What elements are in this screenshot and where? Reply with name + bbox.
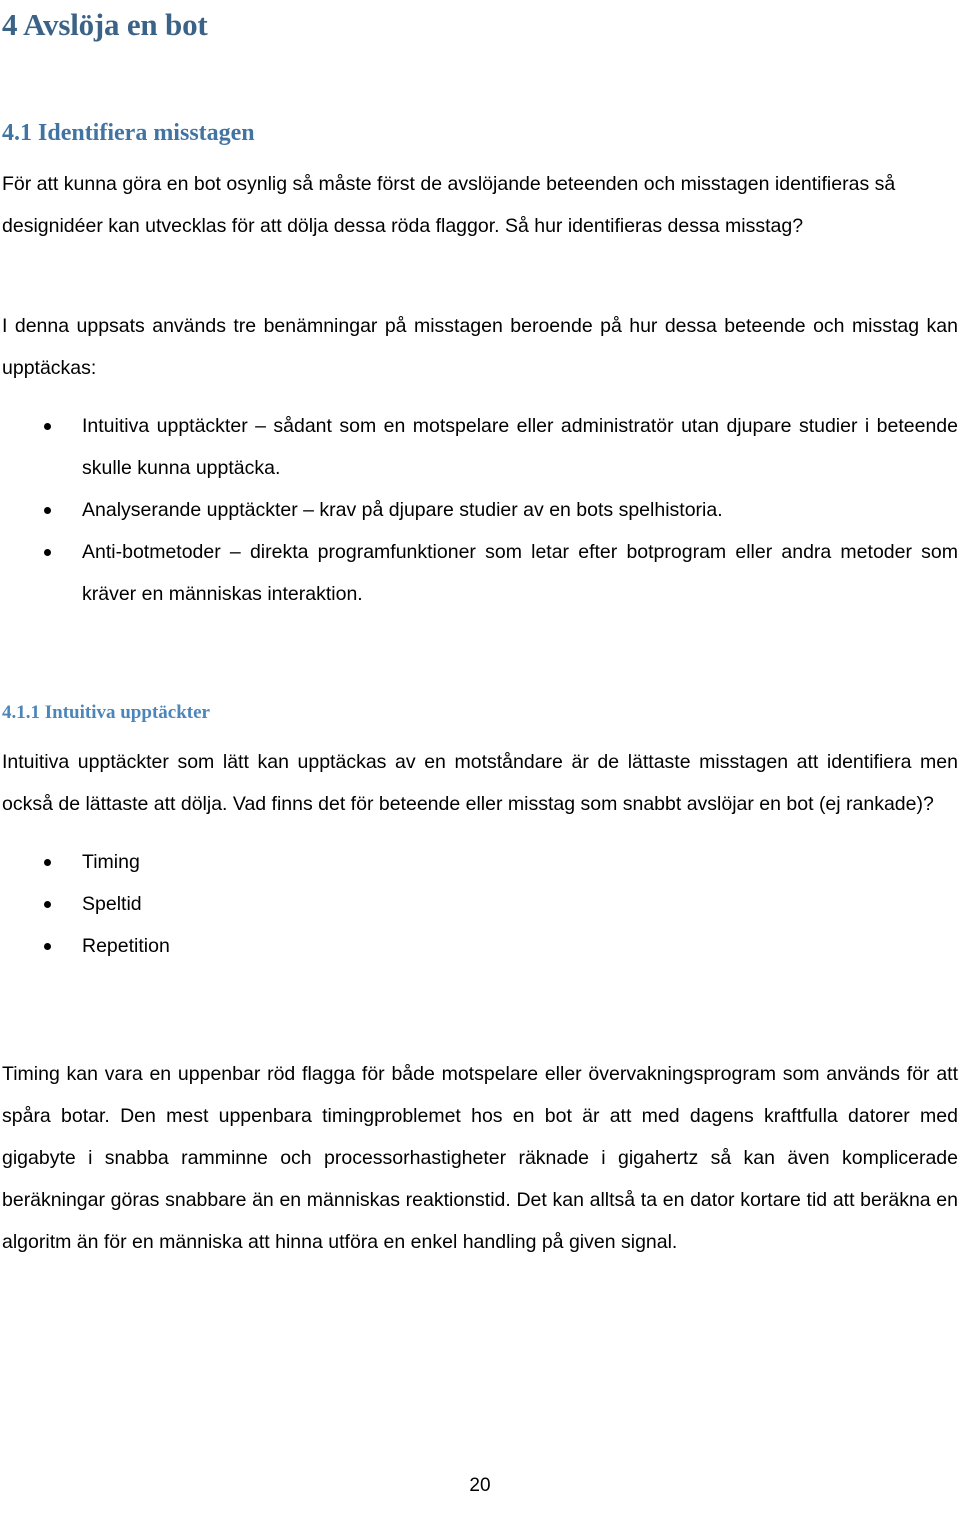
list-item: Timing <box>2 841 958 883</box>
bullet-icon <box>44 489 52 531</box>
detection-types-list: Intuitiva upptäckter – sådant som en mot… <box>2 405 958 615</box>
list-item: Speltid <box>2 883 958 925</box>
list-item-label: Repetition <box>82 935 170 957</box>
page-number: 20 <box>469 1475 491 1496</box>
paragraph-terms-lead: I denna uppsats används tre benämningar … <box>2 315 958 379</box>
section-heading: 4.1 Identifiera misstagen <box>2 120 255 146</box>
bullet-icon <box>44 405 52 447</box>
paragraph-timing-discussion: Timing kan vara en uppenbar röd flagga f… <box>2 1063 958 1253</box>
chapter-heading: 4 Avslöja en bot <box>2 7 208 42</box>
bullet-icon <box>44 925 52 967</box>
paragraph-intro: För att kunna göra en bot osynlig så mås… <box>2 173 896 237</box>
bullet-icon <box>44 841 52 883</box>
list-item-label: Analyserande upptäckter – krav på djupar… <box>82 499 723 521</box>
document-page: 4 Avslöja en bot 4.1 Identifiera misstag… <box>0 0 960 1515</box>
list-item: Intuitiva upptäckter – sådant som en mot… <box>2 405 958 489</box>
bullet-icon <box>44 883 52 925</box>
bullet-icon <box>44 531 52 573</box>
list-item-label: Timing <box>82 851 140 873</box>
list-item-label: Speltid <box>82 893 142 915</box>
subsection-heading: 4.1.1 Intuitiva upptäckter <box>2 702 210 723</box>
list-item-label: Anti-botmetoder – direkta programfunktio… <box>82 541 958 605</box>
paragraph-intuitive-intro: Intuitiva upptäckter som lätt kan upptäc… <box>2 751 958 815</box>
list-item-label: Intuitiva upptäckter – sådant som en mot… <box>82 415 958 479</box>
list-item: Analyserande upptäckter – krav på djupar… <box>2 489 958 531</box>
page-content: 4 Avslöja en bot 4.1 Identifiera misstag… <box>2 0 958 1263</box>
list-item: Anti-botmetoder – direkta programfunktio… <box>2 531 958 615</box>
intuitive-signals-list: Timing Speltid Repetition <box>2 841 958 967</box>
list-item: Repetition <box>2 925 958 967</box>
